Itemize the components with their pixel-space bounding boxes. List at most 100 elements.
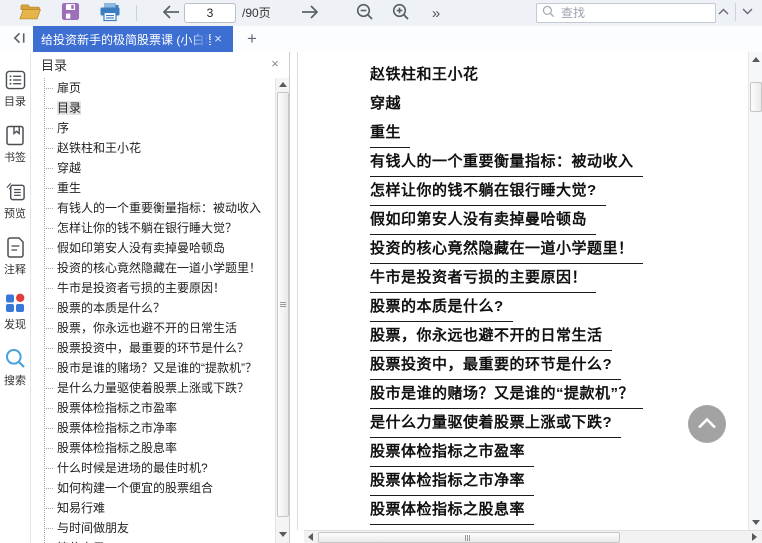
- scroll-down-icon[interactable]: [276, 528, 289, 541]
- chevron-left-bar-icon: [12, 31, 27, 48]
- discover-grid-icon: [5, 293, 25, 316]
- toc-item[interactable]: 股票体检指标之市盈率: [31, 398, 275, 418]
- zoom-in-button[interactable]: [388, 0, 414, 26]
- toc-item[interactable]: 牛市是投资者亏损的主要原因！: [31, 278, 275, 298]
- toc-item[interactable]: 股票，你永远也避不开的日常生活: [31, 318, 275, 338]
- page-number-input[interactable]: [184, 3, 236, 23]
- chevron-up-icon: [718, 7, 729, 18]
- zoom-out-button[interactable]: [352, 0, 378, 26]
- doc-heading[interactable]: 穿越: [370, 89, 742, 118]
- toc-item[interactable]: 怎样让你的钱不躺在银行睡大觉？: [31, 218, 275, 238]
- toc-item[interactable]: 与时间做朋友: [31, 518, 275, 538]
- toc-item[interactable]: 股票体检指标之市净率: [31, 418, 275, 438]
- arrow-right-icon: [300, 4, 320, 23]
- toc-item[interactable]: 如何构建一个便宜的股票组合: [31, 478, 275, 498]
- document-tab[interactable]: 给投资新手的极简股票课 (小白理 ×: [33, 26, 233, 52]
- sidebar-item-preview[interactable]: 预览: [4, 181, 26, 220]
- open-file-button[interactable]: [16, 0, 44, 26]
- toc-panel: 目录 × 扉页 目录 序 赵铁柱和王小花 穿越 重生 有钱人的一个重要衡量指标：…: [31, 52, 290, 543]
- search-magnifier-icon: [5, 348, 26, 372]
- toc-scrollbar-thumb[interactable]: [277, 92, 289, 517]
- doc-heading[interactable]: 投资的核心竟然隐藏在一道小学题里！: [370, 234, 742, 264]
- document-horizontal-scrollbar[interactable]: [304, 530, 762, 543]
- print-icon: [99, 2, 121, 25]
- sidebar-item-bookmarks[interactable]: 书签: [4, 125, 26, 164]
- chevron-up-icon: [697, 417, 717, 432]
- toc-item[interactable]: 知易行难: [31, 498, 275, 518]
- doc-heading[interactable]: 股市是谁的赌场？又是谁的“提款机”？: [370, 379, 742, 409]
- find-previous-button[interactable]: [712, 3, 735, 21]
- new-tab-button[interactable]: +: [240, 26, 264, 52]
- doc-heading[interactable]: 股票，你永远也避不开的日常生活: [370, 321, 742, 351]
- sidebar-item-label: 发现: [4, 319, 26, 331]
- toc-item[interactable]: 序: [31, 118, 275, 138]
- toc-close-icon[interactable]: ×: [267, 56, 283, 72]
- chevron-down-icon: [742, 7, 753, 18]
- tab-close-icon[interactable]: ×: [211, 26, 225, 52]
- doc-heading[interactable]: 股票体检指标之股息率: [370, 495, 742, 525]
- scroll-up-icon[interactable]: [276, 78, 289, 91]
- find-nav-buttons: [712, 3, 759, 21]
- scroll-left-icon[interactable]: [304, 531, 317, 543]
- toc-item[interactable]: 股票的本质是什么？: [31, 298, 275, 318]
- sidebar-item-search[interactable]: 搜索: [4, 348, 26, 387]
- toc-item[interactable]: 穿越: [31, 158, 275, 178]
- print-button[interactable]: [96, 0, 124, 26]
- doc-heading[interactable]: 股票投资中，最重要的环节是什么?: [370, 350, 742, 380]
- toc-item[interactable]: 股票体检指标之股息率: [31, 438, 275, 458]
- toc-item[interactable]: 假如印第安人没有卖掉曼哈顿岛: [31, 238, 275, 258]
- find-input[interactable]: [559, 5, 718, 21]
- annotation-page-icon: [6, 237, 25, 261]
- doc-heading[interactable]: 牛市是投资者亏损的主要原因！: [370, 263, 742, 293]
- next-page-button[interactable]: [297, 0, 323, 26]
- tab-bar: 给投资新手的极简股票课 (小白理 × +: [0, 26, 762, 53]
- doc-heading[interactable]: 股票的本质是什么?: [370, 292, 742, 322]
- toc-item[interactable]: 股市是谁的赌场？又是谁的“提款机”？: [31, 358, 275, 378]
- toc-item[interactable]: 重生: [31, 178, 275, 198]
- sidebar-item-toc[interactable]: 目录: [4, 70, 26, 108]
- toc-item[interactable]: 管住自己: [31, 538, 275, 543]
- document-tab-title: 给投资新手的极简股票课 (小白理: [41, 32, 211, 47]
- doc-heading[interactable]: 股票体检指标之市盈率: [370, 437, 742, 467]
- toc-list-icon: [5, 70, 26, 93]
- doc-heading[interactable]: 怎样让你的钱不躺在银行睡大觉?: [370, 176, 742, 206]
- document-viewport: 赵铁柱和王小花 穿越 重生 有钱人的一个重要衡量指标：被动收入 怎样让你的钱不躺…: [291, 52, 762, 543]
- document-vertical-scrollbar[interactable]: [748, 52, 762, 530]
- toc-item[interactable]: 扉页: [31, 78, 275, 98]
- doc-heading[interactable]: 假如印第安人没有卖掉曼哈顿岛: [370, 205, 742, 235]
- doc-heading[interactable]: 赵铁柱和王小花: [370, 60, 742, 89]
- scroll-up-icon[interactable]: [749, 53, 762, 66]
- toc-item-selected[interactable]: 目录: [31, 98, 275, 118]
- collapse-tabs-button[interactable]: [8, 26, 30, 52]
- scroll-down-icon[interactable]: [749, 516, 762, 529]
- toc-scrollbar[interactable]: [275, 78, 289, 543]
- sidebar-item-annotations[interactable]: 注释: [4, 237, 26, 276]
- toc-tree: 扉页 目录 序 赵铁柱和王小花 穿越 重生 有钱人的一个重要衡量指标：被动收入 …: [31, 78, 275, 543]
- sidebar-item-label: 书签: [4, 152, 26, 164]
- more-tools-button[interactable]: »: [425, 0, 447, 26]
- sidebar-item-label: 目录: [4, 96, 26, 108]
- page-edge: [297, 52, 298, 530]
- horizontal-scrollbar-thumb[interactable]: [318, 532, 620, 543]
- toolbar-separator: [136, 5, 137, 21]
- folder-open-icon: [18, 2, 42, 24]
- toc-item[interactable]: 股票投资中，最重要的环节是什么？: [31, 338, 275, 358]
- zoom-in-icon: [392, 3, 410, 24]
- toc-item[interactable]: 有钱人的一个重要衡量指标：被动收入: [31, 198, 275, 218]
- toc-item[interactable]: 投资的核心竟然隐藏在一道小学题里！: [31, 258, 275, 278]
- save-button[interactable]: [57, 0, 83, 26]
- doc-heading[interactable]: 股票体检指标之市净率: [370, 466, 742, 496]
- find-next-button[interactable]: [735, 3, 759, 21]
- document-scrollbar-thumb[interactable]: [750, 82, 762, 112]
- previous-page-button[interactable]: [158, 0, 184, 26]
- doc-heading[interactable]: 重生: [370, 118, 742, 148]
- toc-item[interactable]: 是什么力量驱使着股票上涨或下跌？: [31, 378, 275, 398]
- sidebar-item-discover[interactable]: 发现: [4, 293, 26, 331]
- back-to-top-button[interactable]: [688, 405, 726, 443]
- toc-item[interactable]: 什么时候是进场的最佳时机?: [31, 458, 275, 478]
- doc-heading[interactable]: 有钱人的一个重要衡量指标：被动收入: [370, 147, 742, 177]
- find-box[interactable]: [536, 3, 718, 23]
- toc-item[interactable]: 赵铁柱和王小花: [31, 138, 275, 158]
- doc-heading[interactable]: 是什么力量驱使着股票上涨或下跌?: [370, 408, 742, 438]
- scroll-right-icon[interactable]: [748, 531, 761, 543]
